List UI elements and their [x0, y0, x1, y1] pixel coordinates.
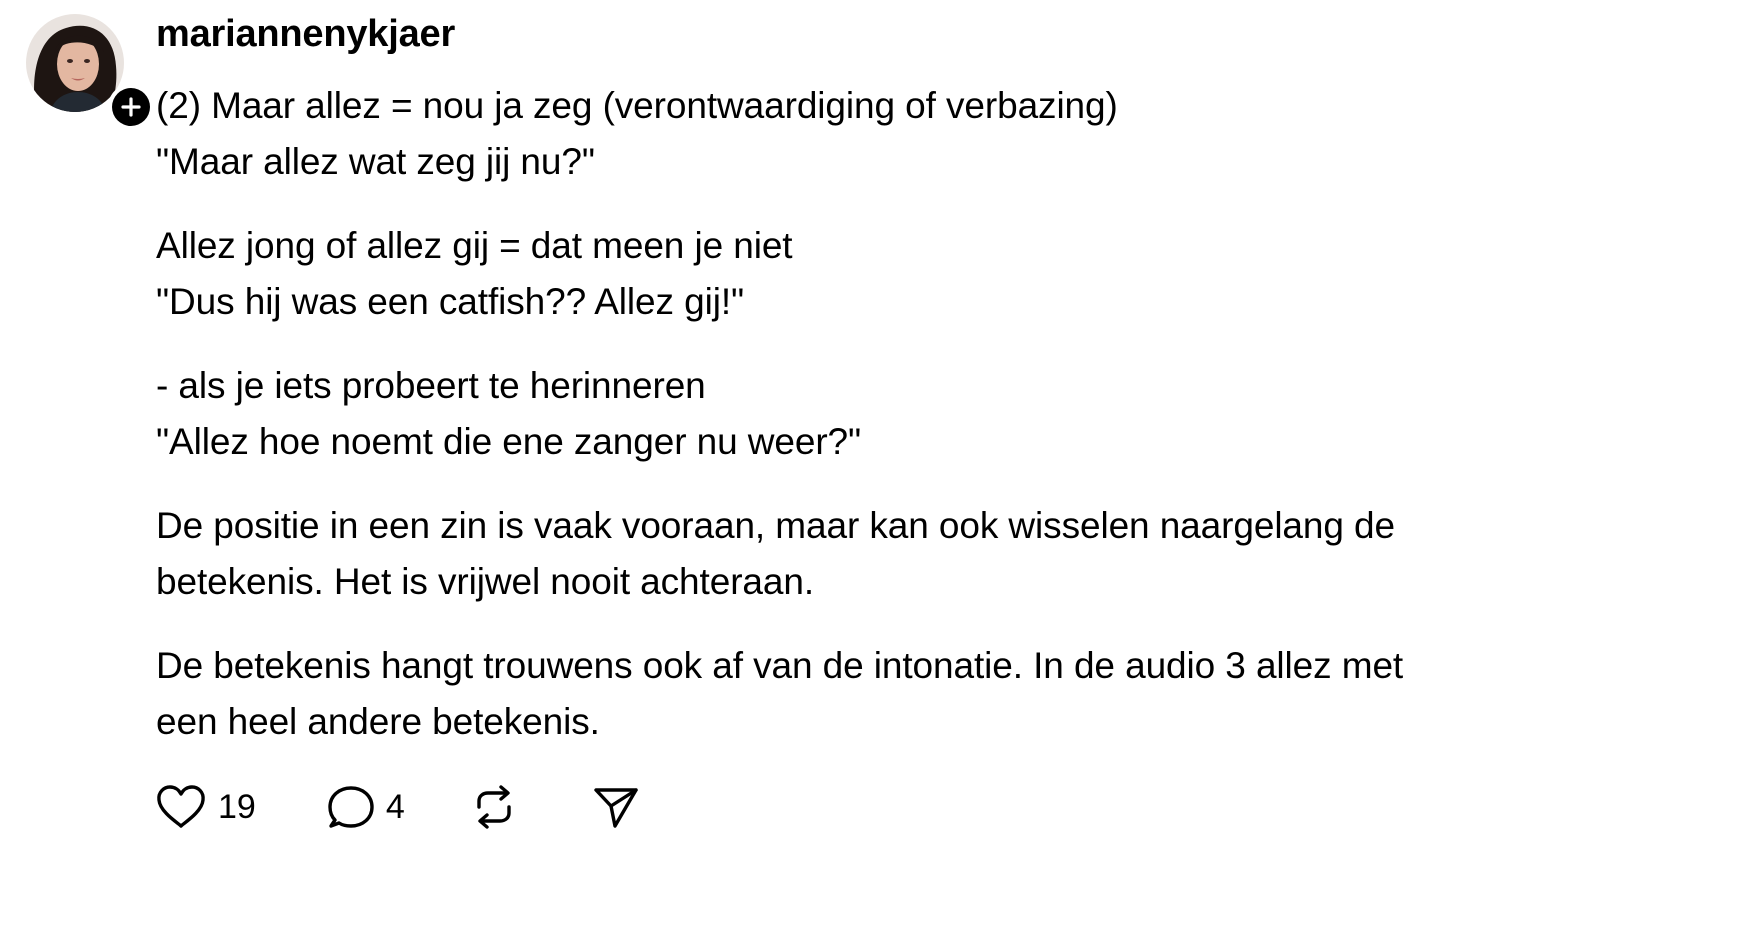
like-button[interactable]: 19	[156, 784, 256, 830]
follow-badge-circle	[112, 88, 150, 126]
heart-icon	[157, 785, 205, 828]
speech-bubble-icon	[328, 786, 374, 828]
paragraph: De positie in een zin is vaak vooraan, m…	[156, 498, 1754, 610]
like-count: 19	[218, 788, 256, 826]
repost-icon	[477, 785, 511, 829]
paragraph-line: "Allez hoe noemt die ene zanger nu weer?…	[156, 421, 862, 462]
post-content: mariannenykjaer (2) Maar allez = nou ja …	[156, 12, 1754, 778]
repost-button[interactable]	[471, 785, 517, 829]
plus-icon	[121, 97, 141, 117]
paragraph-line: "Dus hij was een catfish?? Allez gij!"	[156, 281, 745, 322]
post-body: (2) Maar allez = nou ja zeg (verontwaard…	[156, 78, 1754, 750]
paragraph-line: De positie in een zin is vaak vooraan, m…	[156, 505, 1396, 546]
reply-button[interactable]: 4	[328, 785, 405, 829]
paragraph: Allez jong of allez gij = dat meen je ni…	[156, 218, 1754, 330]
follow-button[interactable]	[108, 84, 154, 130]
thread-post: mariannenykjaer (2) Maar allez = nou ja …	[0, 0, 1754, 942]
post-actions-bar: 19 4	[156, 782, 639, 832]
share-button[interactable]	[593, 784, 639, 830]
paragraph-line: betekenis. Het is vrijwel nooit achteraa…	[156, 561, 815, 602]
paragraph-line: een heel andere betekenis.	[156, 701, 600, 742]
paragraph: (2) Maar allez = nou ja zeg (verontwaard…	[156, 78, 1754, 190]
paragraph: - als je iets probeert te herinneren "Al…	[156, 358, 1754, 470]
paragraph-line: Allez jong of allez gij = dat meen je ni…	[156, 225, 793, 266]
paragraph-line: (2) Maar allez = nou ja zeg (verontwaard…	[156, 85, 1118, 126]
paragraph: De betekenis hangt trouwens ook af van d…	[156, 638, 1754, 750]
username-link[interactable]: mariannenykjaer	[156, 12, 455, 56]
paper-plane-icon	[594, 788, 638, 828]
paragraph-line: De betekenis hangt trouwens ook af van d…	[156, 645, 1404, 686]
reply-count: 4	[385, 788, 405, 826]
avatar-container	[26, 14, 154, 130]
paragraph-line: - als je iets probeert te herinneren	[156, 365, 706, 406]
paragraph-line: "Maar allez wat zeg jij nu?"	[156, 141, 595, 182]
